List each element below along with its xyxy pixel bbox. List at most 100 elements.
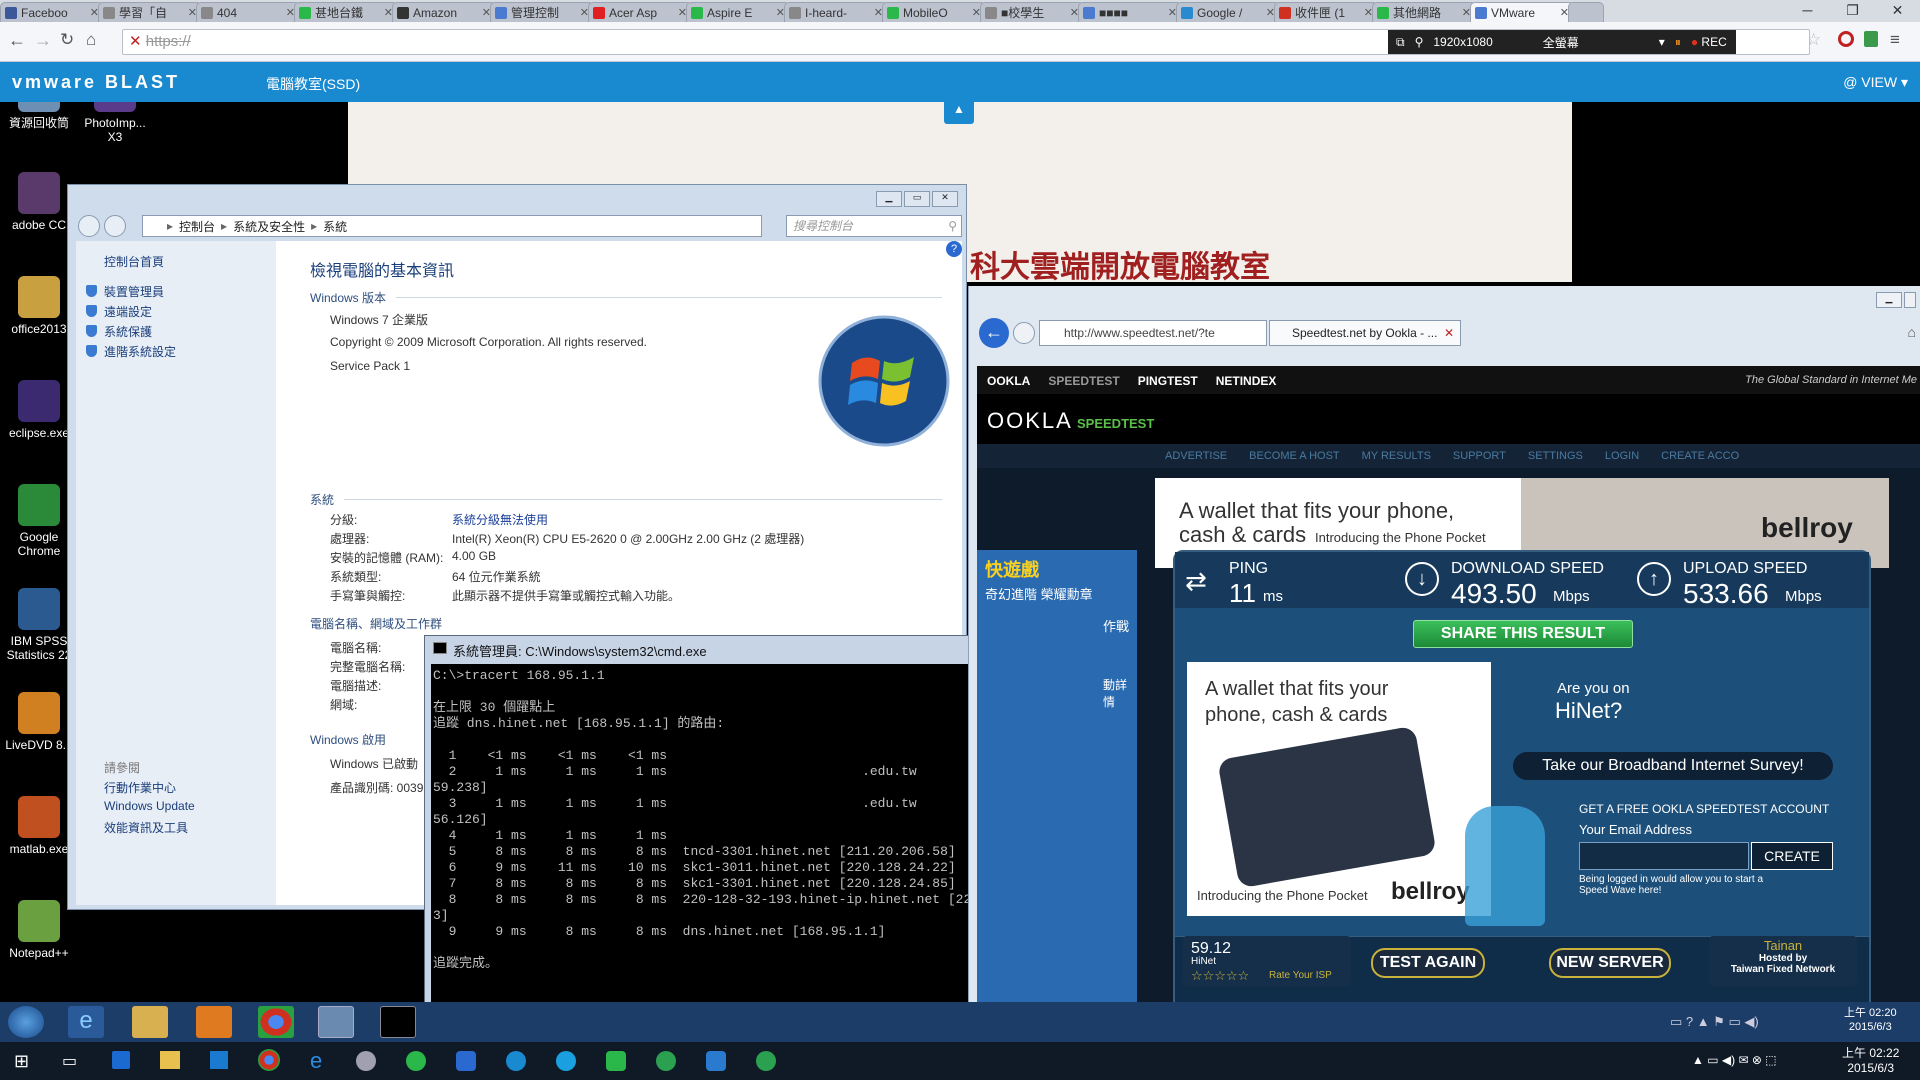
extension-icon[interactable]	[1864, 31, 1878, 47]
browser-tab[interactable]: 404 ✕	[196, 2, 300, 22]
ookla-menu-link[interactable]: BECOME A HOST	[1249, 450, 1339, 462]
forward-icon[interactable]	[104, 215, 126, 237]
breadcrumb-item[interactable]: 系統	[323, 218, 347, 235]
app-icon[interactable]	[356, 1051, 376, 1071]
side-ad[interactable]: 快遊戲 奇幻進階 榮耀勳章 作戰 動詳情	[977, 550, 1137, 1002]
explorer-taskbar-icon[interactable]	[132, 1006, 168, 1038]
maximize-icon[interactable]	[1904, 292, 1916, 308]
home-icon[interactable]: ⌂	[86, 30, 96, 50]
middle-ad[interactable]: A wallet that fits your phone, cash & ca…	[1187, 662, 1491, 916]
rate-isp-link[interactable]: Rate Your ISP	[1269, 970, 1332, 981]
browser-tab[interactable]: 學習「自 ✕	[98, 2, 202, 22]
see-also-link[interactable]: 效能資訊及工具	[104, 819, 188, 836]
desktop-icon[interactable]: eclipse.exe	[2, 380, 76, 440]
ie-taskbar-icon[interactable]: e	[68, 1006, 104, 1038]
browser-tab[interactable]: I-heard- ✕	[784, 2, 888, 22]
ookla-nav-link[interactable]: PINGTEST	[1138, 374, 1198, 388]
cp-side-link[interactable]: 進階系統設定	[104, 343, 176, 360]
browser-tab[interactable]: 甚地台鐵 ✕	[294, 2, 398, 22]
minimize-icon[interactable]: ▁	[876, 191, 902, 207]
phone-app-icon[interactable]	[506, 1051, 526, 1071]
desktop-icon[interactable]: adobe CC	[2, 172, 76, 232]
ookla-menu-link[interactable]: LOGIN	[1605, 450, 1639, 462]
ie-tab[interactable]: Speedtest.net by Ookla - ... ✕	[1269, 320, 1461, 346]
maximize-icon[interactable]: ▭	[904, 191, 930, 207]
ookla-nav-link[interactable]: OOKLA	[987, 374, 1030, 388]
desktop-icon[interactable]: Google Chrome	[2, 484, 76, 558]
browser-tab[interactable]: Faceboo ✕	[0, 2, 104, 22]
browser-tab[interactable]: 管理控制 ✕	[490, 2, 594, 22]
host-clock[interactable]: 上午 02:22 2015/6/3	[1842, 1046, 1899, 1076]
forward-icon[interactable]	[1013, 322, 1035, 344]
system-rating-link[interactable]: 系統分級無法使用	[452, 511, 548, 528]
minimize-icon[interactable]: ─	[1785, 0, 1830, 22]
record-button[interactable]: ● REC	[1691, 35, 1727, 49]
windows-start-icon[interactable]: ⊞	[14, 1051, 29, 1072]
back-icon[interactable]	[78, 215, 100, 237]
create-button[interactable]: CREATE	[1751, 842, 1833, 870]
remote-clock[interactable]: 上午 02:20 2015/6/3	[1844, 1006, 1897, 1034]
view-menu[interactable]: @ VIEW ▾	[1843, 74, 1908, 91]
control-panel-taskbar-icon[interactable]	[318, 1006, 354, 1038]
desktop-icon[interactable]: matlab.exe	[2, 796, 76, 856]
ookla-menu-link[interactable]: SUPPORT	[1453, 450, 1506, 462]
new-tab-button[interactable]	[1568, 2, 1604, 22]
line-icon[interactable]	[606, 1051, 626, 1071]
browser-tab[interactable]: Amazon ✕	[392, 2, 496, 22]
see-also-link[interactable]: Windows Update	[104, 799, 195, 813]
vmware-panel-toggle-icon[interactable]: ▲	[944, 102, 974, 124]
breadcrumb[interactable]: ▸ 控制台 ▸ 系統及安全性 ▸ 系統	[142, 215, 762, 237]
start-button[interactable]	[8, 1006, 44, 1038]
host-tray-icons[interactable]: ▲ ▭ ◀) ✉ ⊗ ⬚	[1692, 1053, 1777, 1067]
browser-tab[interactable]: Google / ✕	[1176, 2, 1280, 22]
browser-tab[interactable]: ■校學生 ✕	[980, 2, 1084, 22]
chrome-app-icon[interactable]	[656, 1051, 676, 1071]
ookla-menu-link[interactable]: SETTINGS	[1528, 450, 1583, 462]
reload-icon[interactable]: ↻	[60, 30, 74, 50]
desktop-icon[interactable]: office2013	[2, 276, 76, 336]
pause-icon[interactable]: ⏸	[1675, 35, 1681, 50]
remote-tray-icons[interactable]: ▭ ? ▲ ⚑ ▭ ◀)	[1670, 1014, 1759, 1030]
search-input[interactable]: 搜尋控制台 ⚲	[786, 215, 962, 237]
store-icon[interactable]	[210, 1051, 228, 1069]
spotify-icon[interactable]	[406, 1051, 426, 1071]
restore-icon[interactable]: ❐	[1830, 0, 1875, 22]
close-icon[interactable]: ✕	[932, 191, 958, 207]
ookla-nav-link[interactable]: NETINDEX	[1216, 374, 1277, 388]
desktop-icon[interactable]: 資源回收筒	[2, 102, 76, 130]
desktop-icon[interactable]: PhotoImp... X3	[78, 102, 152, 144]
survey-button[interactable]: Take our Broadband Internet Survey!	[1513, 752, 1833, 780]
ookla-menu-link[interactable]: CREATE ACCO	[1661, 450, 1739, 462]
help-icon[interactable]: ?	[946, 241, 962, 257]
browser-tab[interactable]: ■■■■ ✕	[1078, 2, 1182, 22]
adblock-icon[interactable]	[1838, 31, 1854, 47]
browser-tab[interactable]: 收件匣 (1 ✕	[1274, 2, 1378, 22]
email-input[interactable]	[1579, 842, 1749, 870]
browser-tab[interactable]: MobileO ✕	[882, 2, 986, 22]
cp-home-link[interactable]: 控制台首頁	[104, 253, 164, 270]
chrome-icon[interactable]	[258, 1049, 280, 1071]
forward-icon[interactable]: →	[34, 30, 52, 51]
close-icon[interactable]: ✕	[1444, 321, 1454, 345]
skype-icon[interactable]	[556, 1051, 576, 1071]
close-icon[interactable]: ✕	[1875, 0, 1920, 22]
menu-icon[interactable]: ≡	[1890, 30, 1900, 50]
cp-side-link[interactable]: 裝置管理員	[104, 283, 164, 300]
minimize-icon[interactable]: ▁	[1876, 292, 1902, 308]
camera-icon[interactable]: ⧉	[1396, 35, 1405, 50]
ie-url-input[interactable]: http://www.speedtest.net/?te	[1039, 320, 1267, 346]
browser-tab[interactable]: Aspire E ✕	[686, 2, 790, 22]
see-also-link[interactable]: 行動作業中心	[104, 779, 176, 796]
breadcrumb-item[interactable]: 控制台	[179, 218, 215, 235]
search-icon[interactable]: ⚲	[948, 216, 957, 236]
recorder-mode[interactable]: 全螢幕	[1543, 34, 1579, 51]
rating-stars-icon[interactable]: ☆☆☆☆☆	[1191, 968, 1249, 984]
desktop-icon[interactable]: LiveDVD 8...	[2, 692, 76, 752]
outlook-icon[interactable]	[706, 1051, 726, 1071]
desktop-icon[interactable]: Notepad++	[2, 900, 76, 960]
globe-app-icon[interactable]	[112, 1051, 130, 1069]
ookla-menu-link[interactable]: ADVERTISE	[1165, 450, 1227, 462]
chevron-down-icon[interactable]: ▾	[1659, 35, 1665, 49]
back-icon[interactable]: ←	[8, 30, 26, 51]
ookla-logo[interactable]: OOKLA	[987, 408, 1073, 434]
